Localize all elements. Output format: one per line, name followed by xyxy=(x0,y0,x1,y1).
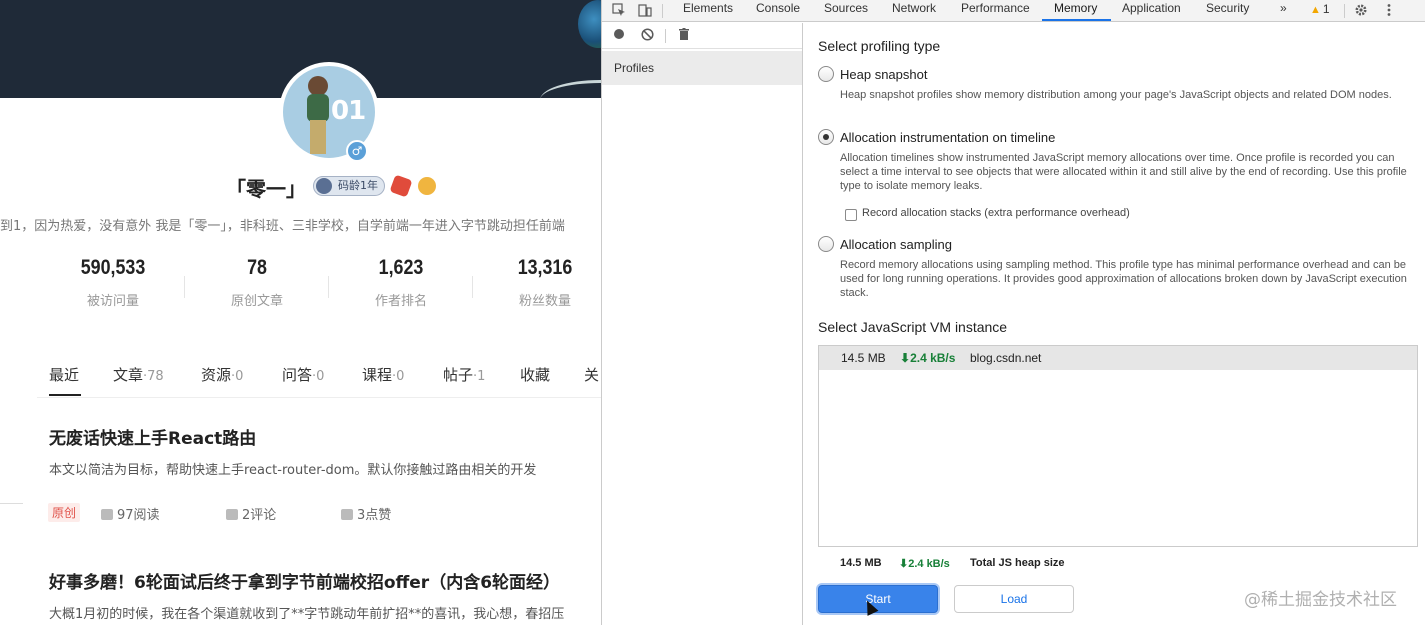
profiler-toolbar xyxy=(602,23,802,49)
tab-favorites[interactable]: 收藏 xyxy=(520,364,550,385)
stat-visits: 590,533 被访问量 xyxy=(41,256,185,309)
stat-label: 被访问量 xyxy=(86,294,139,309)
record-stacks-checkbox[interactable] xyxy=(845,209,857,221)
stat-label: 原创文章 xyxy=(230,294,283,309)
profiles-sidebar-header: Profiles xyxy=(602,51,802,85)
record-stacks-label[interactable]: Record allocation stacks (extra performa… xyxy=(862,207,1130,219)
stat-value: 590,533 xyxy=(80,256,146,279)
inspect-element-icon[interactable] xyxy=(611,3,627,19)
tab-articles[interactable]: 文章·78 xyxy=(113,364,164,385)
medal-badge-icon xyxy=(418,177,436,195)
vm-instance-title: Select JavaScript VM instance xyxy=(818,319,1008,335)
stat-value: 78 xyxy=(247,256,267,279)
total-heap-label: Total JS heap size xyxy=(970,557,1065,569)
allocation-timeline-label[interactable]: Allocation instrumentation on timeline xyxy=(840,130,1055,145)
stat-articles: 78 原创文章 xyxy=(185,256,329,309)
vm-instance-list: 14.5 MB ⬇2.4 kB/s blog.csdn.net xyxy=(818,345,1418,547)
start-button[interactable]: Start xyxy=(818,585,938,613)
heap-snapshot-label[interactable]: Heap snapshot xyxy=(840,67,927,82)
vm-heap-size: 14.5 MB xyxy=(841,351,886,365)
tab-sources[interactable]: Sources xyxy=(824,0,868,22)
vm-rate: ⬇2.4 kB/s xyxy=(900,351,956,365)
stat-label: 粉丝数量 xyxy=(518,294,571,309)
trash-icon[interactable] xyxy=(676,28,692,44)
original-tag: 原创 xyxy=(48,503,81,522)
comment-icon xyxy=(226,509,238,520)
radio-heap-snapshot[interactable] xyxy=(818,66,834,82)
devtools-tabbar: Elements Console Sources Network Perform… xyxy=(602,0,1425,22)
achievement-badge-icon xyxy=(389,174,413,198)
sidebar-divider xyxy=(802,23,803,625)
stat-rank: 1,623 作者排名 xyxy=(329,256,473,309)
load-button[interactable]: Load xyxy=(954,585,1074,613)
devtools-panel: Elements Console Sources Network Perform… xyxy=(601,0,1425,625)
radio-allocation-sampling[interactable] xyxy=(818,236,834,252)
tab-network[interactable]: Network xyxy=(892,0,936,22)
toolbar-separator xyxy=(665,29,666,43)
warning-counter[interactable]: ▲ 1 xyxy=(1310,2,1330,16)
settings-gear-icon[interactable] xyxy=(1353,3,1369,19)
tab-resources[interactable]: 资源·0 xyxy=(201,364,243,385)
eye-icon xyxy=(101,509,113,520)
profile-bio: 到1，因为热爱，没有意外 我是「零一」，非科班、三非学校，自学前端一年进入字节跳… xyxy=(0,219,565,234)
device-toolbar-icon[interactable] xyxy=(637,3,653,19)
male-gender-icon: ♂ xyxy=(346,140,368,162)
tab-qa[interactable]: 问答·0 xyxy=(282,364,324,385)
tab-posts[interactable]: 帖子·1 xyxy=(443,364,485,385)
watermark: @稀土掘金技术社区 xyxy=(1244,590,1397,610)
comment-count[interactable]: 2评论 xyxy=(226,504,276,523)
active-tab-underline xyxy=(49,394,81,396)
heap-snapshot-description: Heap snapshot profiles show memory distr… xyxy=(840,89,1392,101)
toolbar-separator xyxy=(662,4,663,18)
username: 「零一」 xyxy=(226,177,306,201)
article-summary[interactable]: 大概1月初的时候，我在各个渠道就收到了**字节跳动年前扩招**的喜讯，我心想，春… xyxy=(49,603,564,622)
allocation-sampling-label[interactable]: Allocation sampling xyxy=(840,237,952,252)
profiling-type-title: Select profiling type xyxy=(818,38,941,54)
article-title[interactable]: 无废话快速上手React路由 xyxy=(49,424,256,449)
more-options-icon[interactable] xyxy=(1381,3,1397,19)
stat-value: 13,316 xyxy=(517,256,573,279)
avatar-figure xyxy=(305,76,331,156)
like-count[interactable]: 3点赞 xyxy=(341,504,391,523)
tab-console[interactable]: Console xyxy=(756,0,800,22)
allocation-timeline-description: Allocation timelines show instrumented J… xyxy=(840,152,1407,192)
warning-icon: ▲ xyxy=(1310,4,1321,16)
tab-elements[interactable]: Elements xyxy=(683,0,733,22)
stat-fans: 13,316 粉丝数量 xyxy=(473,256,601,309)
tab-performance[interactable]: Performance xyxy=(961,0,1030,22)
total-heap-size: 14.5 MB xyxy=(840,557,882,569)
divider xyxy=(0,503,23,504)
tab-recent[interactable]: 最近 xyxy=(49,364,79,385)
avatar-digits: 01 xyxy=(331,96,366,126)
code-age-badge: 码龄1年 xyxy=(313,176,385,196)
radio-allocation-timeline[interactable] xyxy=(818,129,834,145)
record-icon[interactable] xyxy=(611,28,627,44)
stat-label: 作者排名 xyxy=(374,294,427,309)
tab-application[interactable]: Application xyxy=(1122,0,1181,22)
tabs-divider xyxy=(37,397,601,398)
active-tab-underline xyxy=(1042,19,1111,21)
allocation-sampling-description: Record memory allocations using sampling… xyxy=(840,259,1407,299)
tab-follow[interactable]: 关 xyxy=(584,364,599,385)
tab-courses[interactable]: 课程·0 xyxy=(362,364,404,385)
stat-value: 1,623 xyxy=(378,256,424,279)
read-count: 97阅读 xyxy=(101,504,160,523)
vm-host: blog.csdn.net xyxy=(970,351,1042,365)
clear-icon[interactable] xyxy=(639,28,655,44)
vm-instance-row[interactable]: 14.5 MB ⬇2.4 kB/s blog.csdn.net xyxy=(819,346,1417,370)
more-tabs-chevron-icon[interactable]: » xyxy=(1280,0,1287,22)
tab-security[interactable]: Security xyxy=(1206,0,1249,22)
toolbar-separator xyxy=(1344,4,1345,18)
article-summary[interactable]: 本文以简洁为目标，帮助快速上手react-router-dom。默认你接触过路由… xyxy=(49,459,536,478)
total-heap-rate: ⬇2.4 kB/s xyxy=(899,558,950,570)
thumbs-up-icon xyxy=(341,509,353,520)
blog-profile-page: 01 ♂ 「零一」 码龄1年 到1，因为热爱，没有意外 我是「零一」，非科班、三… xyxy=(0,0,601,625)
article-title[interactable]: 好事多磨！6轮面试后终于拿到字节前端校招offer（内含6轮面经） xyxy=(49,568,560,593)
